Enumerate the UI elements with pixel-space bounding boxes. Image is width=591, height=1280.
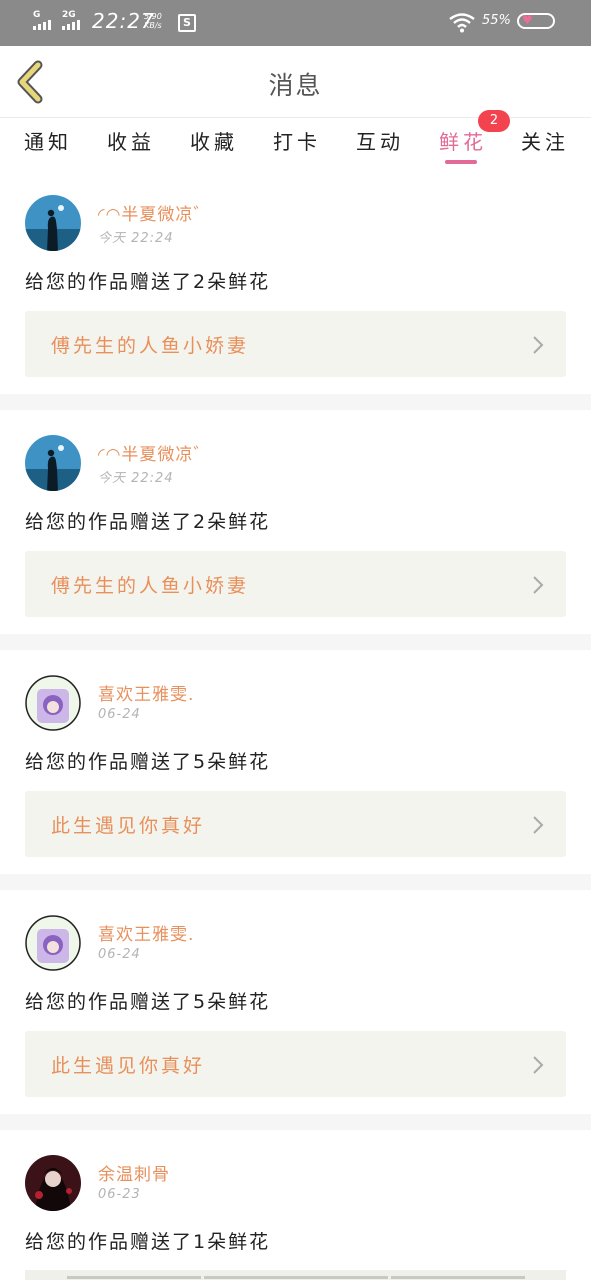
app-header: 消息	[0, 46, 591, 118]
list-item: 喜欢王雅雯. 06-24 给您的作品赠送了5朵鲜花 此生遇见你真好	[0, 890, 591, 1114]
username[interactable]: 喜欢王雅雯.	[98, 920, 194, 945]
message-time: 06-24	[98, 947, 141, 962]
wifi-icon	[449, 13, 475, 33]
username[interactable]: ◜◠半夏微凉゛	[98, 440, 211, 465]
list-item: 喜欢王雅雯. 06-24 给您的作品赠送了5朵鲜花 此生遇见你真好	[0, 650, 591, 874]
app-notification-icon: S	[178, 14, 196, 32]
username[interactable]: ◜◠半夏微凉゛	[98, 200, 211, 225]
tab-follow[interactable]: 关注	[521, 126, 569, 155]
message-text: 给您的作品赠送了5朵鲜花	[25, 991, 271, 1013]
message-text: 给您的作品赠送了5朵鲜花	[25, 751, 271, 773]
page-title: 消息	[268, 71, 323, 100]
battery-percent: 55%	[482, 13, 511, 28]
work-title: 傅先生的人鱼小娇妻	[51, 335, 250, 357]
divider	[0, 394, 591, 410]
list-item: 余温刺骨 06-23 给您的作品赠送了1朵鲜花	[0, 1130, 591, 1280]
chevron-right-icon	[533, 336, 544, 354]
tab-interaction[interactable]: 互动	[356, 126, 404, 155]
tab-checkin[interactable]: 打卡	[273, 126, 321, 155]
list-item: ◜◠半夏微凉゛ 今天 22:24 给您的作品赠送了2朵鲜花 傅先生的人鱼小娇妻	[0, 410, 591, 634]
avatar[interactable]	[25, 915, 81, 971]
tab-notice[interactable]: 通知	[24, 126, 72, 155]
message-text: 给您的作品赠送了2朵鲜花	[25, 271, 271, 293]
divider	[0, 634, 591, 650]
username[interactable]: 余温刺骨	[98, 1160, 170, 1185]
work-link[interactable]: 傅先生的人鱼小娇妻	[25, 311, 566, 377]
network-speed: 5.90 KB/s	[144, 12, 162, 30]
list-item: ◜◠半夏微凉゛ 今天 22:24 给您的作品赠送了2朵鲜花 傅先生的人鱼小娇妻	[0, 170, 591, 394]
tab-earnings[interactable]: 收益	[107, 126, 155, 155]
work-title: 此生遇见你真好	[51, 815, 206, 837]
active-tab-indicator	[445, 160, 477, 164]
message-time: 06-23	[98, 1187, 141, 1202]
tab-flowers[interactable]: 鲜花	[439, 126, 487, 155]
message-text: 给您的作品赠送了1朵鲜花	[25, 1231, 271, 1253]
divider	[0, 1114, 591, 1130]
unread-badge: 2	[478, 110, 510, 132]
message-time: 今天 22:24	[98, 471, 174, 486]
chevron-right-icon	[533, 576, 544, 594]
chevron-right-icon	[533, 1056, 544, 1074]
message-text: 给您的作品赠送了2朵鲜花	[25, 511, 271, 533]
work-title: 傅先生的人鱼小娇妻	[51, 575, 250, 597]
avatar[interactable]	[25, 435, 81, 491]
message-time: 今天 22:24	[98, 231, 174, 246]
message-time: 06-24	[98, 707, 141, 722]
work-link-partial[interactable]	[25, 1270, 566, 1280]
avatar[interactable]	[25, 195, 81, 251]
chevron-right-icon	[533, 816, 544, 834]
divider	[0, 874, 591, 890]
avatar[interactable]	[25, 675, 81, 731]
status-bar: G 2G 22:27 5.90 KB/s S 55% ♥	[0, 0, 591, 46]
work-link[interactable]: 此生遇见你真好	[25, 791, 566, 857]
message-tabs: 通知 收益 收藏 打卡 互动 鲜花 2 关注	[0, 110, 591, 170]
tab-favorites[interactable]: 收藏	[190, 126, 238, 155]
avatar[interactable]	[25, 1155, 81, 1211]
work-link[interactable]: 此生遇见你真好	[25, 1031, 566, 1097]
work-link[interactable]: 傅先生的人鱼小娇妻	[25, 551, 566, 617]
work-title: 此生遇见你真好	[51, 1055, 206, 1077]
battery-icon: ♥	[517, 13, 555, 29]
username[interactable]: 喜欢王雅雯.	[98, 680, 194, 705]
